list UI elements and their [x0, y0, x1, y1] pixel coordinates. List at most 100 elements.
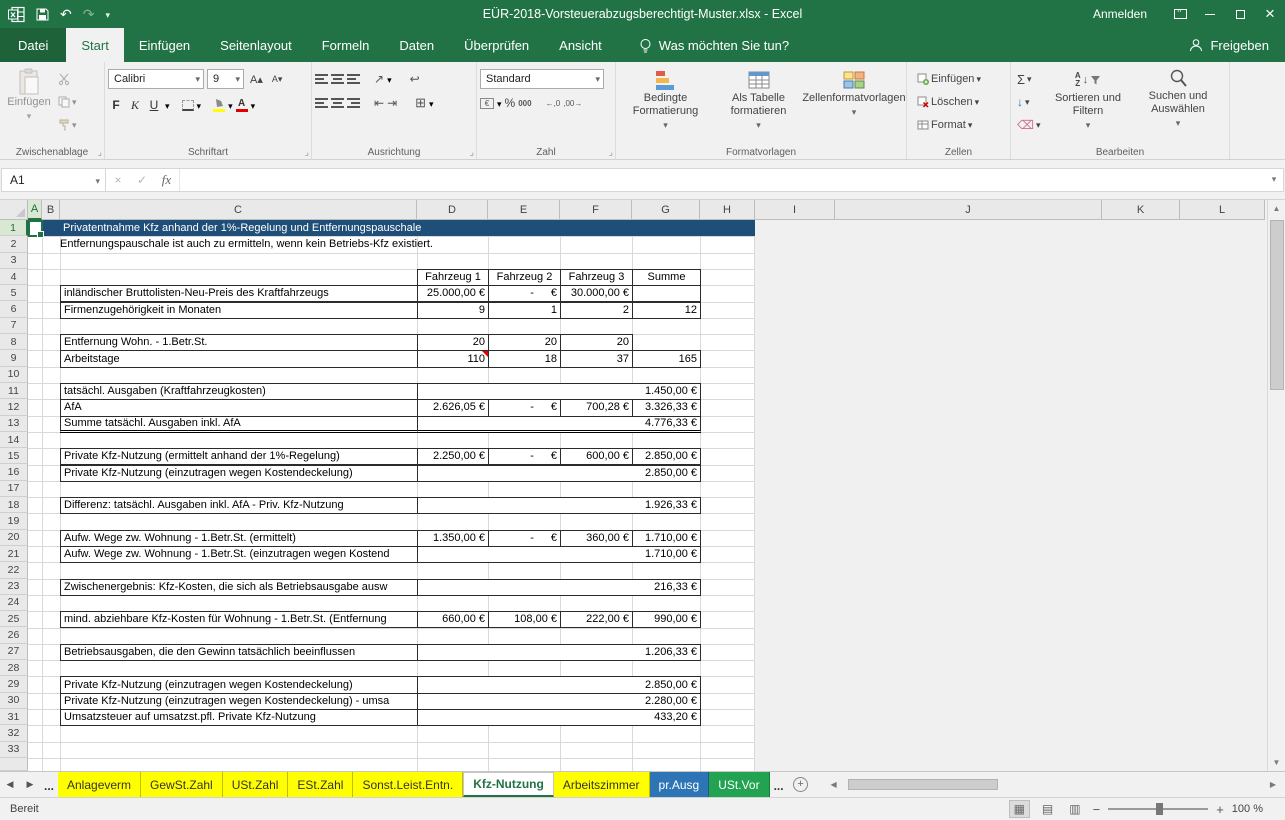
accounting-format-button[interactable]: €: [480, 98, 494, 109]
insert-function-button[interactable]: fx: [154, 169, 180, 191]
col-header-J[interactable]: J: [835, 200, 1102, 220]
find-select-button[interactable]: Suchen und Auswählen: [1132, 64, 1224, 144]
cell-G5[interactable]: [632, 285, 701, 302]
horizontal-scrollbar[interactable]: ◀ ▶: [826, 772, 1281, 797]
cell-C27[interactable]: Betriebsausgaben, die den Gewinn tatsäch…: [60, 644, 418, 661]
cell-D6[interactable]: 9: [417, 302, 489, 319]
cell-D23[interactable]: 216,33 €: [417, 579, 701, 596]
cell-D16[interactable]: 2.850,00 €: [417, 465, 701, 482]
align-right-icon[interactable]: [347, 98, 360, 108]
horizontal-scroll-track[interactable]: [842, 778, 1265, 791]
row-header-19[interactable]: 19: [0, 513, 28, 529]
accounting-format-dropdown-icon[interactable]: [497, 94, 502, 112]
row-header-18[interactable]: 18: [0, 497, 28, 513]
col-header-B[interactable]: B: [42, 200, 60, 220]
cell-C2[interactable]: Entfernungspauschale ist auch zu ermitte…: [60, 236, 417, 252]
cell-F8[interactable]: 20: [560, 334, 633, 351]
col-header-H[interactable]: H: [700, 200, 755, 220]
row-header-14[interactable]: 14: [0, 432, 28, 448]
row-header-23[interactable]: 23: [0, 579, 28, 595]
align-left-icon[interactable]: [315, 98, 328, 108]
sheet-tab-sonst-leist-entn-[interactable]: Sonst.Leist.Entn.: [353, 772, 463, 797]
select-all-button[interactable]: [0, 200, 28, 220]
zoom-slider-thumb[interactable]: [1156, 803, 1163, 815]
cell-D15[interactable]: 2.250,00 €: [417, 448, 489, 465]
cell-G15[interactable]: 2.850,00 €: [632, 448, 701, 465]
decrease-font-size-button[interactable]: [269, 69, 286, 89]
sheet-tab-pr-ausg[interactable]: pr.Ausg: [650, 772, 710, 797]
cell-E12[interactable]: -€: [488, 399, 561, 416]
cancel-entry-button[interactable]: [106, 169, 130, 191]
cell-E15[interactable]: -€: [488, 448, 561, 465]
name-box[interactable]: A1: [2, 169, 106, 191]
merge-center-button[interactable]: [415, 94, 426, 112]
font-dialog-launcher[interactable]: ⌟: [305, 147, 309, 158]
borders-dropdown-icon[interactable]: [197, 96, 202, 114]
delete-cells-button[interactable]: Löschen: [914, 92, 1007, 112]
cell-D4[interactable]: Fahrzeug 1: [417, 269, 489, 286]
conditional-formatting-button[interactable]: Bedingte Formatierung: [619, 64, 712, 144]
cell-E20[interactable]: -€: [488, 530, 561, 547]
cell-D30[interactable]: 2.280,00 €: [417, 693, 701, 710]
underline-button[interactable]: U: [146, 98, 162, 112]
bold-button[interactable]: F: [108, 98, 124, 112]
zoom-in-button[interactable]: +: [1216, 802, 1224, 817]
cut-button[interactable]: [55, 69, 80, 89]
row-header-28[interactable]: 28: [0, 660, 28, 676]
row-header-11[interactable]: 11: [0, 383, 28, 399]
cell-B1[interactable]: Privatentnahme Kfz anhand der 1%-Regelun…: [42, 220, 755, 236]
orientation-dropdown-icon[interactable]: [387, 70, 392, 88]
scroll-right-icon[interactable]: ▶: [1265, 780, 1281, 789]
cell-D29[interactable]: 2.850,00 €: [417, 676, 701, 693]
cell-E6[interactable]: 1: [488, 302, 561, 319]
cell-C18[interactable]: Differenz: tatsächl. Ausgaben inkl. AfA …: [60, 497, 418, 514]
cell-C16[interactable]: Private Kfz-Nutzung (einzutragen wegen K…: [60, 465, 418, 482]
cell-D12[interactable]: 2.626,05 €: [417, 399, 489, 416]
cell-G6[interactable]: 12: [632, 302, 701, 319]
cell-E4[interactable]: Fahrzeug 2: [488, 269, 561, 286]
enter-entry-button[interactable]: [130, 169, 154, 191]
row-header-30[interactable]: 30: [0, 693, 28, 709]
row-header-24[interactable]: 24: [0, 595, 28, 611]
cell-D21[interactable]: 1.710,00 €: [417, 546, 701, 563]
row-header-26[interactable]: 26: [0, 627, 28, 643]
redo-icon[interactable]: ↷: [83, 7, 95, 21]
copy-button[interactable]: [55, 92, 80, 112]
row-header-22[interactable]: 22: [0, 562, 28, 578]
number-format-select[interactable]: Standard: [480, 69, 604, 89]
col-header-F[interactable]: F: [560, 200, 632, 220]
comma-style-button[interactable]: 000: [518, 99, 531, 108]
ribbon-tab-überprüfen[interactable]: Überprüfen: [449, 28, 544, 62]
font-color-dropdown-icon[interactable]: [251, 96, 256, 114]
cell-C29[interactable]: Private Kfz-Nutzung (einzutragen wegen K…: [60, 676, 418, 693]
font-color-button[interactable]: A: [236, 99, 248, 112]
sheet-tab-ust-zahl[interactable]: USt.Zahl: [223, 772, 289, 797]
row-header-31[interactable]: 31: [0, 709, 28, 725]
vertical-scroll-thumb[interactable]: [1270, 220, 1284, 390]
save-icon[interactable]: [36, 8, 49, 21]
col-header-I[interactable]: I: [755, 200, 835, 220]
cell-E9[interactable]: 18: [488, 350, 561, 367]
format-cells-button[interactable]: Format: [914, 115, 1007, 135]
formula-input[interactable]: [180, 169, 1265, 191]
sheet-nav-left-icon[interactable]: ◀: [0, 772, 20, 797]
row-header-6[interactable]: 6: [0, 301, 28, 317]
maximize-button[interactable]: [1225, 0, 1255, 28]
new-sheet-button[interactable]: +: [788, 772, 814, 797]
increase-font-size-button[interactable]: [247, 69, 266, 89]
sheet-tab-anlageverm[interactable]: Anlageverm: [58, 772, 141, 797]
orientation-button[interactable]: [374, 70, 384, 88]
row-header-3[interactable]: 3: [0, 253, 28, 269]
decrease-decimal-button[interactable]: ,00→: [563, 99, 582, 108]
row-header-25[interactable]: 25: [0, 611, 28, 627]
cell-C13[interactable]: Summe tatsächl. Ausgaben inkl. AfA: [60, 416, 418, 433]
align-middle-icon[interactable]: [331, 74, 344, 84]
row-header-21[interactable]: 21: [0, 546, 28, 562]
sheet-tab-arbeitszimmer[interactable]: Arbeitszimmer: [554, 772, 650, 797]
clear-button[interactable]: [1014, 115, 1044, 135]
ribbon-display-options-button[interactable]: [1165, 0, 1195, 28]
cell-D13[interactable]: 4.776,33 €: [417, 416, 701, 433]
underline-dropdown-icon[interactable]: [165, 96, 170, 114]
col-header-C[interactable]: C: [60, 200, 417, 220]
cell-C31[interactable]: Umsatzsteuer auf umsatzst.pfl. Private K…: [60, 709, 418, 726]
